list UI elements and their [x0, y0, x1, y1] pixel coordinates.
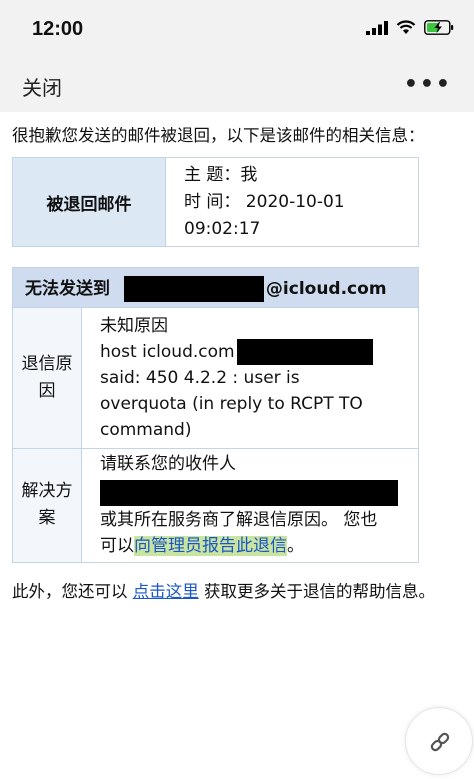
failure-table: 无法发送到 @icloud.com 退信原 因 未知原因 host icloud…	[12, 266, 419, 564]
reason-line: 未知原因	[100, 315, 168, 336]
status-icons	[366, 20, 454, 35]
more-options-button[interactable]: •••	[404, 72, 452, 97]
close-button[interactable]: 关闭	[22, 72, 62, 101]
status-bar: 12:00	[0, 0, 474, 60]
status-time: 12:00	[32, 18, 84, 40]
failure-header-prefix: 无法发送到	[25, 278, 110, 299]
solution-redacted-line	[100, 477, 404, 507]
subject-line: 主 题：我	[184, 164, 258, 185]
wifi-icon	[396, 20, 416, 34]
time-line-continued: 09:02:17	[184, 218, 261, 239]
intro-text: 很抱歉您发送的邮件被退回，以下是该邮件的相关信息：	[12, 126, 425, 145]
solution-label: 解决方 案	[12, 447, 82, 564]
reason-line: command)	[100, 419, 192, 440]
failure-header: 无法发送到 @icloud.com	[12, 266, 419, 309]
bounced-mail-label: 被退回邮件	[12, 157, 166, 247]
reason-host-line: host icloud.com	[100, 338, 404, 365]
solution-line: 请联系您的收件人	[100, 454, 236, 475]
footer-text: 此外，您还可以 点击这里 获取更多关于退信的帮助信息。	[12, 582, 435, 601]
solution-report-line: 可以向管理员报告此退信。	[100, 536, 304, 557]
help-link[interactable]: 点击这里	[133, 582, 199, 601]
redacted-host	[236, 338, 373, 365]
solution-line: 或其所在服务商了解退信原因。 您也	[100, 510, 378, 531]
reason-line: said: 450 4.2.2 : user is	[100, 367, 300, 388]
link-icon	[430, 732, 450, 752]
time-line: 时 间： 2020-10-01	[184, 191, 345, 212]
reason-content: 未知原因 host icloud.com said: 450 4.2.2 : u…	[81, 307, 419, 449]
signal-icon	[366, 20, 388, 35]
report-bounce-link[interactable]: 向管理员报告此退信	[134, 536, 287, 557]
failure-header-domain: @icloud.com	[265, 278, 387, 299]
bounced-mail-table: 被退回邮件 主 题：我 时 间： 2020-10-01 09:02:17	[12, 157, 419, 247]
copy-link-button[interactable]	[405, 707, 473, 775]
nav-bar: 关闭 •••	[0, 60, 474, 112]
battery-charging-icon	[424, 20, 454, 35]
reason-label: 退信原 因	[12, 307, 82, 449]
bounced-mail-info: 主 题：我 时 间： 2020-10-01 09:02:17	[165, 157, 419, 247]
reason-line: overquota (in reply to RCPT TO	[100, 393, 363, 414]
redacted-recipient-address	[100, 480, 398, 507]
redacted-recipient	[123, 275, 264, 302]
solution-content: 请联系您的收件人 或其所在服务商了解退信原因。 您也 可以向管理员报告此退信。	[81, 447, 419, 564]
